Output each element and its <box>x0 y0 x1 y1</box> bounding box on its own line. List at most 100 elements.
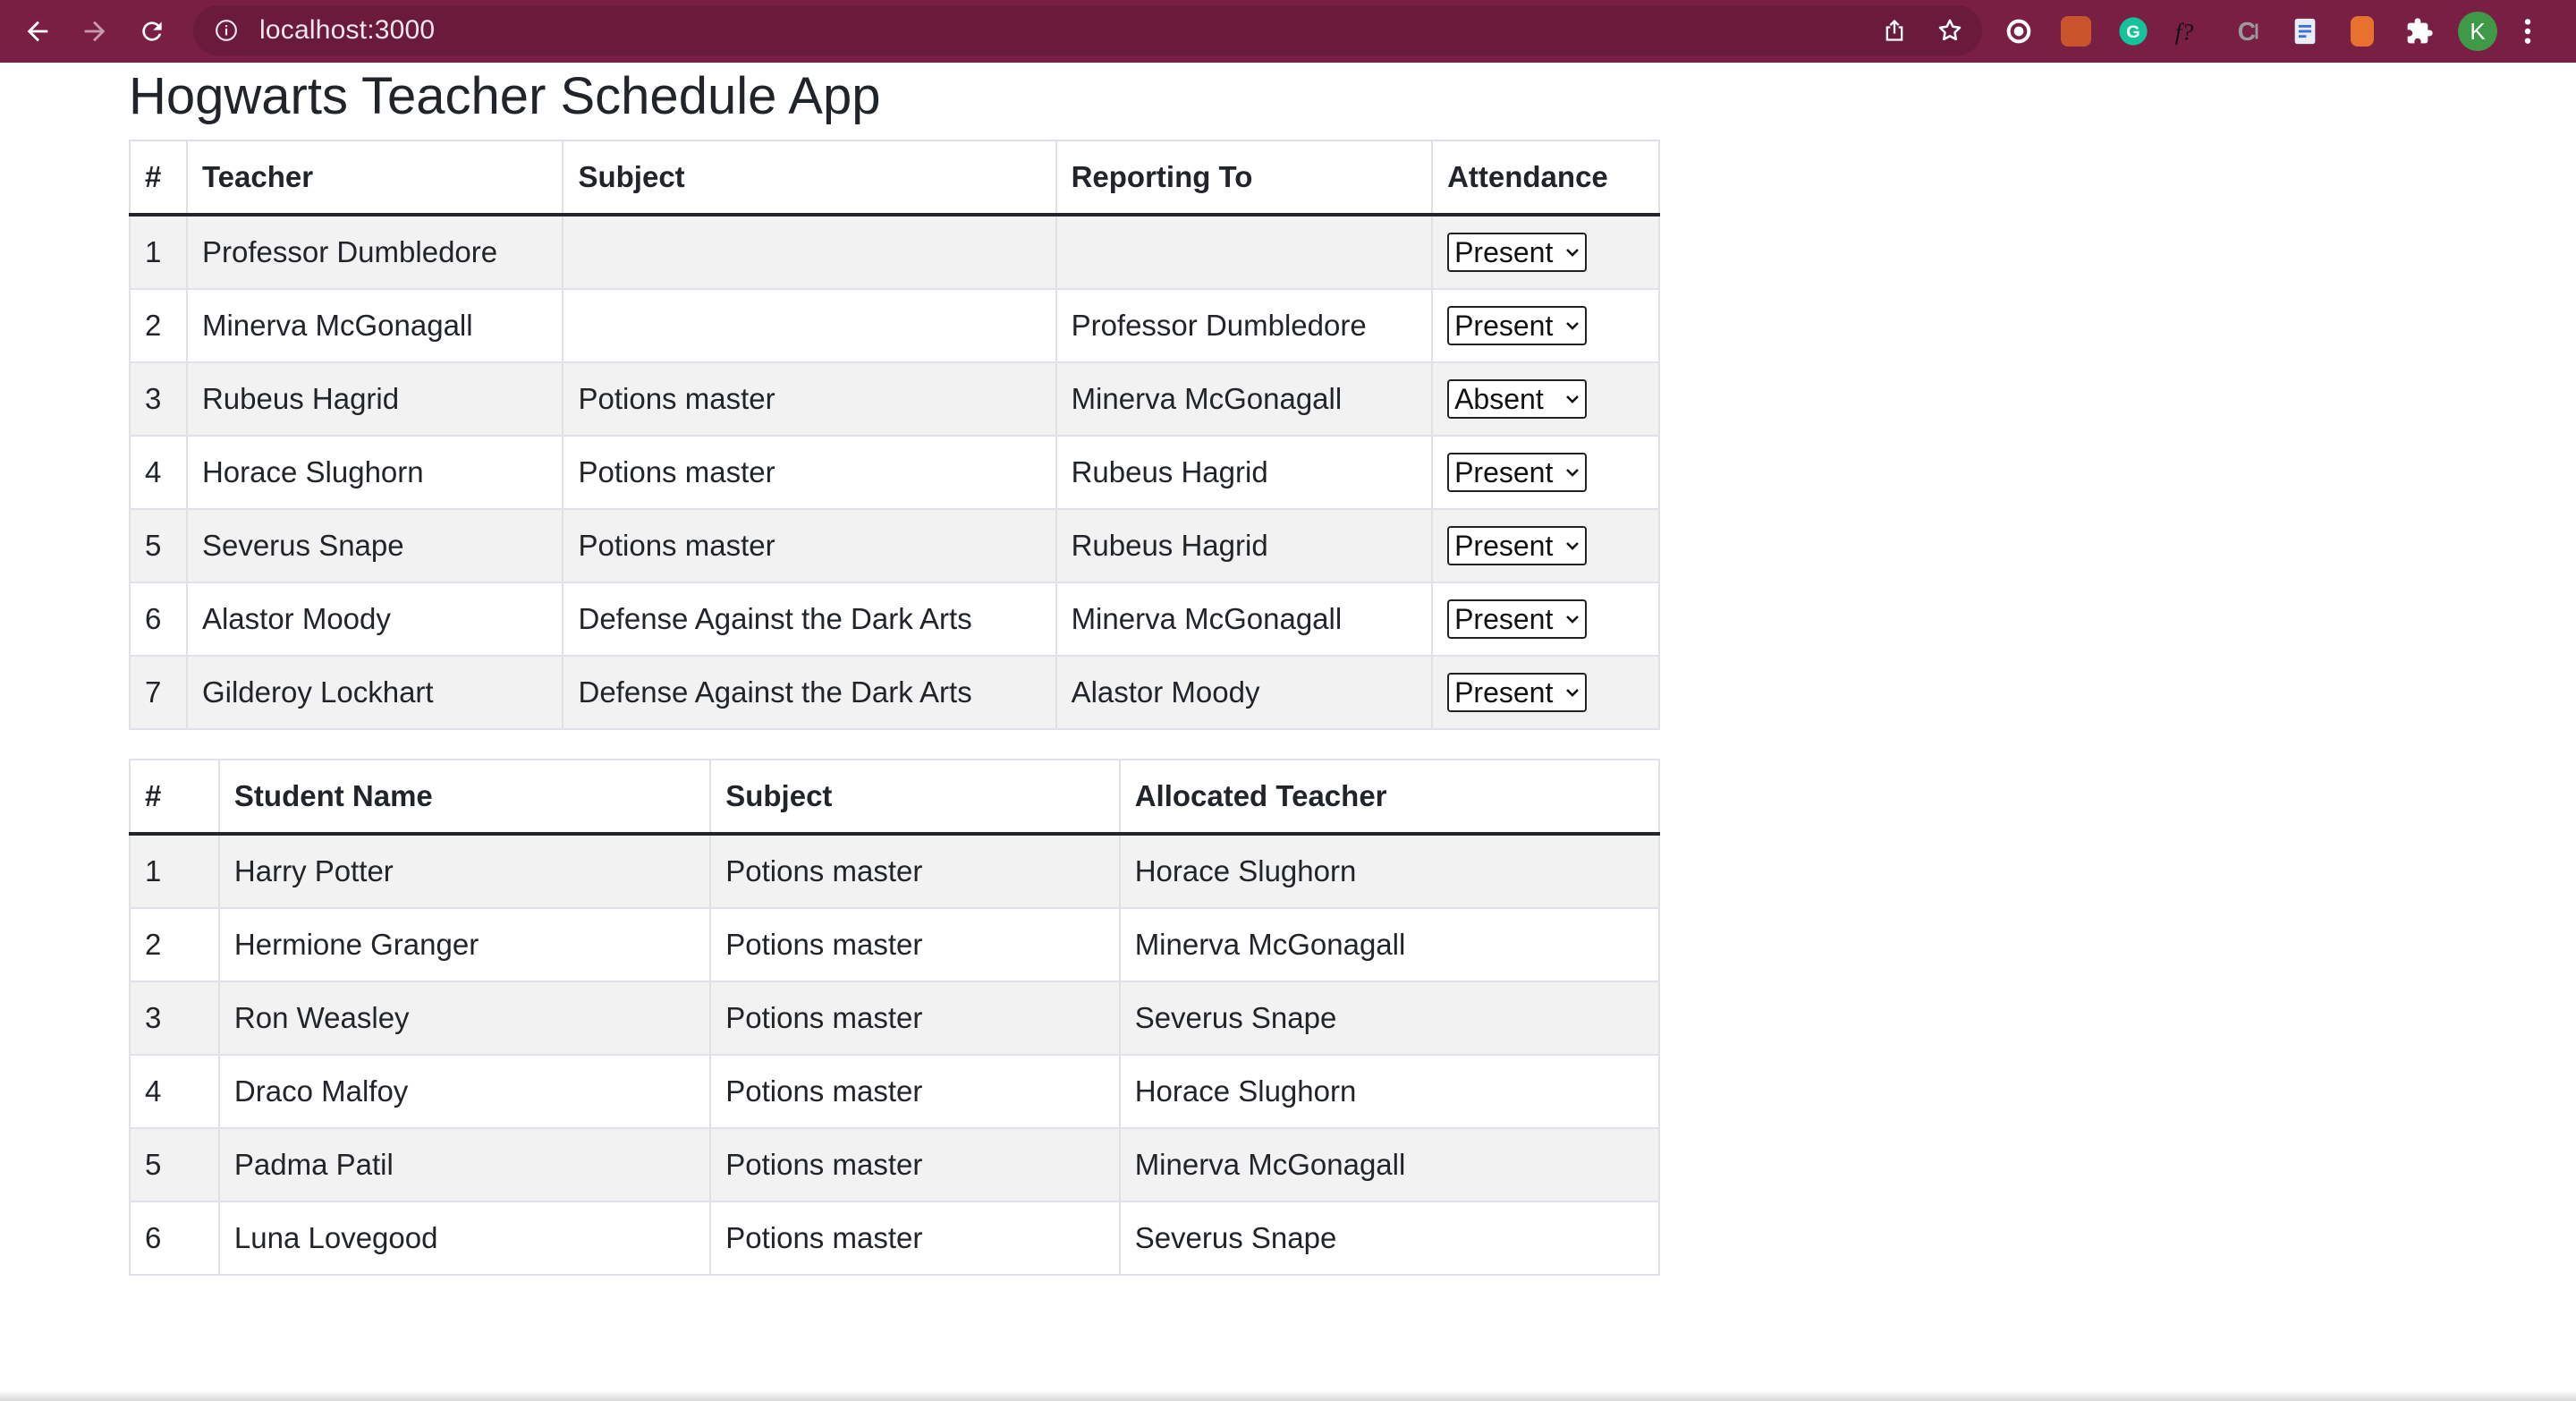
chevron-down-icon <box>1565 609 1580 630</box>
c-extension-icon[interactable]: C <box>2225 9 2270 54</box>
reporting-to: Rubeus Hagrid <box>1055 508 1434 583</box>
student-subject: Potions master <box>709 1127 1121 1202</box>
allocated-teacher: Horace Slughorn <box>1118 1054 1661 1129</box>
attendance-cell: Present <box>1431 288 1660 363</box>
student-name: Ron Weasley <box>217 981 712 1056</box>
teacher-name: Professor Dumbledore <box>185 214 564 290</box>
allocated-teacher: Severus Snape <box>1118 1201 1661 1276</box>
row-number: 5 <box>129 1127 220 1202</box>
student-subject: Potions master <box>709 833 1121 909</box>
teacher-subject: Potions master <box>562 361 1057 437</box>
attendance-select[interactable]: Present <box>1447 233 1588 272</box>
back-arrow-icon[interactable] <box>13 6 63 56</box>
page-title: Hogwarts Teacher Schedule App <box>129 67 881 125</box>
row-number: 1 <box>129 214 188 290</box>
reporting-to: Rubeus Hagrid <box>1055 435 1434 510</box>
doc-extension-icon[interactable] <box>2283 9 2327 54</box>
row-number: 5 <box>129 508 188 583</box>
orange-extension-icon[interactable] <box>2340 9 2385 54</box>
students-header-row: # Student Name Subject Allocated Teacher <box>129 759 1661 836</box>
url-text[interactable]: localhost:3000 <box>259 15 435 46</box>
allocated-teacher: Minerva McGonagall <box>1118 1127 1661 1202</box>
table-row: 3 Ron Weasley Potions master Severus Snape <box>129 981 1661 1056</box>
column-header-teacher: Teacher <box>185 140 564 217</box>
red-panda-extension-icon[interactable] <box>2054 9 2098 54</box>
grammarly-icon[interactable]: G <box>2111 9 2156 54</box>
star-icon[interactable] <box>1927 5 1973 55</box>
table-row: 6 Alastor Moody Defense Against the Dark A… <box>129 582 1660 657</box>
column-header-allocated-teacher: Allocated Teacher <box>1118 759 1661 836</box>
teacher-name: Rubeus Hagrid <box>185 361 564 437</box>
svg-text:C: C <box>2238 18 2256 47</box>
allocated-teacher: Horace Slughorn <box>1118 833 1661 909</box>
reporting-to: Alastor Moody <box>1055 655 1434 730</box>
student-subject: Potions master <box>709 907 1121 982</box>
column-header-reporting-to: Reporting To <box>1055 140 1434 217</box>
student-name: Harry Potter <box>217 833 712 909</box>
kebab-menu-icon[interactable] <box>2510 6 2546 56</box>
attendance-cell: Present <box>1431 508 1660 583</box>
teacher-subject: Potions master <box>562 435 1057 510</box>
teachers-header-row: # Teacher Subject Reporting To Attendanc… <box>129 140 1660 217</box>
table-row: 7 Gilderoy Lockhart Defense Against the Da… <box>129 655 1660 730</box>
target-extension-icon[interactable] <box>1996 9 2041 54</box>
column-header-subject: Subject <box>562 140 1057 217</box>
puzzle-icon[interactable] <box>2397 9 2442 54</box>
table-row: 3 Rubeus Hagrid Potions master Minerva McGo… <box>129 361 1660 437</box>
table-row: 1 Harry Potter Potions master Horace Slugho… <box>129 833 1661 909</box>
student-name: Draco Malfoy <box>217 1054 712 1129</box>
teacher-subject <box>562 288 1057 363</box>
formula-extension-icon[interactable]: f? <box>2168 9 2213 54</box>
row-number: 6 <box>129 1201 220 1276</box>
table-row: 5 Severus Snape Potions master Rubeus Hagri… <box>129 508 1660 583</box>
students-table: # Student Name Subject Allocated Teacher… <box>129 759 1661 1276</box>
attendance-select[interactable]: Present <box>1447 453 1588 492</box>
student-name: Padma Patil <box>217 1127 712 1202</box>
table-row: 2 Minerva McGonagall Professor Dumbledore P… <box>129 288 1660 363</box>
reporting-to: Minerva McGonagall <box>1055 582 1434 657</box>
svg-text:G: G <box>2126 22 2140 42</box>
row-number: 3 <box>129 361 188 437</box>
row-number: 3 <box>129 981 220 1056</box>
student-subject: Potions master <box>709 981 1121 1056</box>
attendance-value: Present <box>1454 455 1554 488</box>
column-header-student-name: Student Name <box>217 759 712 836</box>
teacher-name: Horace Slughorn <box>185 435 564 510</box>
row-number: 1 <box>129 833 220 909</box>
attendance-select[interactable]: Present <box>1447 599 1588 639</box>
teacher-name: Minerva McGonagall <box>185 288 564 363</box>
table-row: 1 Professor Dumbledore Present <box>129 214 1660 290</box>
reporting-to: Minerva McGonagall <box>1055 361 1434 437</box>
student-subject: Potions master <box>709 1201 1121 1276</box>
attendance-select[interactable]: Present <box>1447 673 1588 712</box>
attendance-cell: Present <box>1431 582 1660 657</box>
student-name: Hermione Granger <box>217 907 712 982</box>
attendance-select[interactable]: Absent <box>1447 379 1588 419</box>
chevron-down-icon <box>1565 242 1580 263</box>
browser-toolbar: localhost:3000 G f? C K <box>0 0 2576 63</box>
student-name: Luna Lovegood <box>217 1201 712 1276</box>
reload-icon[interactable] <box>127 6 177 56</box>
chevron-down-icon <box>1565 316 1580 336</box>
teacher-subject <box>562 214 1057 290</box>
row-number: 4 <box>129 1054 220 1129</box>
table-row: 6 Luna Lovegood Potions master Severus Snap… <box>129 1201 1661 1276</box>
share-icon[interactable] <box>1871 5 1918 55</box>
address-bar[interactable]: localhost:3000 <box>193 5 1982 55</box>
row-number: 7 <box>129 655 188 730</box>
teacher-name: Severus Snape <box>185 508 564 583</box>
forward-arrow-icon[interactable] <box>70 6 120 56</box>
table-row: 4 Horace Slughorn Potions master Rubeus Hag… <box>129 435 1660 510</box>
attendance-value: Absent <box>1454 382 1544 415</box>
profile-avatar[interactable]: K <box>2458 12 2497 51</box>
info-icon[interactable] <box>213 17 240 44</box>
attendance-cell: Absent <box>1431 361 1660 437</box>
attendance-value: Present <box>1454 675 1554 709</box>
window-bottom-edge <box>0 1390 2576 1401</box>
chevron-down-icon <box>1565 463 1580 483</box>
teacher-subject: Defense Against the Dark Arts <box>562 582 1057 657</box>
chevron-down-icon <box>1565 389 1580 410</box>
attendance-select[interactable]: Present <box>1447 526 1588 565</box>
reporting-to: Professor Dumbledore <box>1055 288 1434 363</box>
attendance-select[interactable]: Present <box>1447 306 1588 345</box>
